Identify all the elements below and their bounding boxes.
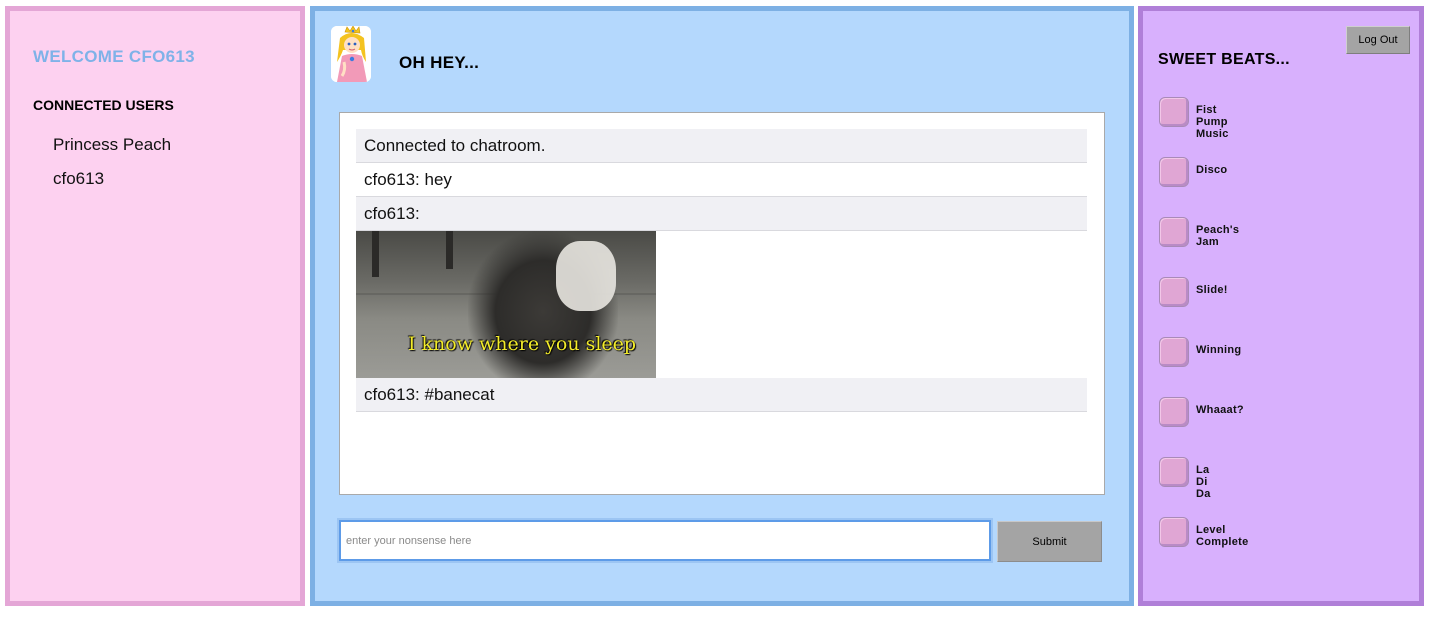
chat-message: cfo613: #banecat [356, 378, 1087, 412]
beat-play-button[interactable] [1159, 217, 1189, 247]
chat-message: cfo613: [356, 197, 1087, 231]
beat-label: La Di Da [1196, 464, 1211, 500]
beat-play-button[interactable] [1159, 277, 1189, 307]
chat-log[interactable]: Connected to chatroom. cfo613: hey cfo61… [339, 112, 1105, 495]
beats-panel: Log Out SWEET BEATS... Fist Pump Music D… [1138, 6, 1424, 606]
beat-play-button[interactable] [1159, 97, 1189, 127]
message-input[interactable] [337, 518, 993, 563]
user-item: Princess Peach [53, 135, 172, 154]
beat-label: Slide! [1196, 284, 1228, 296]
beat-play-button[interactable] [1159, 517, 1189, 547]
beat-label: Fist Pump Music [1196, 104, 1229, 140]
user-item: cfo613 [53, 169, 105, 188]
logout-button[interactable]: Log Out [1346, 26, 1410, 54]
connected-users-heading: CONNECTED USERS [33, 97, 174, 113]
beat-label: Disco [1196, 164, 1228, 176]
gif-caption: I know where you sleep [408, 333, 637, 355]
beat-label: Winning [1196, 344, 1242, 356]
beat-label: Whaaat? [1196, 404, 1244, 416]
welcome-heading: WELCOME CFO613 [33, 47, 195, 66]
submit-button[interactable]: Submit [997, 521, 1102, 562]
chat-panel: OH HEY... Connected to chatroom. cfo613:… [310, 6, 1134, 606]
chat-message: Connected to chatroom. [356, 129, 1087, 163]
beat-play-button[interactable] [1159, 157, 1189, 187]
beat-play-button[interactable] [1159, 457, 1189, 487]
beat-play-button[interactable] [1159, 337, 1189, 367]
banecat-gif: I know where you sleep [356, 231, 656, 378]
beat-play-button[interactable] [1159, 397, 1189, 427]
chat-message: cfo613: hey [356, 163, 1087, 197]
beats-title: SWEET BEATS... [1158, 51, 1290, 68]
princess-peach-avatar-icon [331, 26, 371, 82]
users-panel: WELCOME CFO613 CONNECTED USERS Princess … [5, 6, 305, 606]
user-list: Princess Peach cfo613 [53, 133, 171, 201]
chat-title: OH HEY... [399, 53, 480, 72]
beat-label: Peach's Jam [1196, 224, 1240, 248]
beat-label: Level Complete [1196, 524, 1249, 548]
